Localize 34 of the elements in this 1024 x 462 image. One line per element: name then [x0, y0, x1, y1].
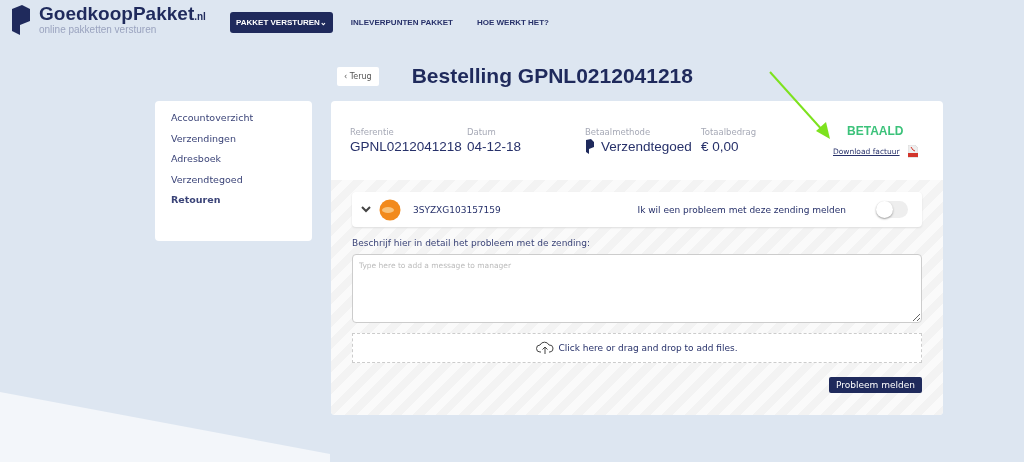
field-label: Betaalmethode	[585, 127, 652, 137]
sidebar-item[interactable]: Verzendtegoed	[171, 172, 296, 187]
annotation-arrow	[769, 71, 831, 139]
nav-item[interactable]: INLEVERPUNTEN PAKKET	[344, 12, 459, 33]
page-title: Bestelling GPNL0212041218	[411, 64, 693, 88]
field-value: € 0,00	[701, 139, 739, 154]
cloud-upload-icon	[536, 341, 555, 355]
sidebar-item[interactable]: Adresboek	[171, 152, 296, 167]
field-label: Totaalbedrag	[701, 127, 758, 137]
field-label: Datum	[467, 127, 497, 137]
field-value: Verzendtegoed	[601, 139, 692, 154]
sidebar-item[interactable]: Retouren	[171, 193, 296, 208]
upload-text: Click here or drag and drop to add files.	[558, 343, 738, 353]
toggle-label: Ik wil een probleem met deze zending melden	[637, 204, 846, 215]
chevron-icon[interactable]	[361, 206, 371, 213]
nav-item[interactable]: PAKKET VERSTUREN⌄	[230, 12, 333, 33]
form-label: Beschrijf hier in detail het probleem met de zending:	[352, 238, 591, 248]
tracking-number: 3SYZXG103157159	[413, 204, 501, 215]
report-toggle[interactable]	[876, 201, 908, 218]
field-value: 04-12-18	[467, 139, 522, 154]
logo-name[interactable]: GoedkoopPakket.nl	[39, 3, 206, 25]
status-label: BETAALD	[847, 123, 904, 138]
sidebar-item[interactable]: Verzendingen	[171, 131, 296, 146]
carrier-logo	[379, 198, 401, 221]
back-button[interactable]: ‹ Terug	[337, 66, 379, 86]
submit-button[interactable]: Probleem melden	[829, 377, 922, 393]
field-value: GPNL0212041218	[350, 139, 462, 154]
nav-item[interactable]: HOE WERKT HET?	[470, 12, 555, 33]
sidebar-item[interactable]: Accountoverzicht	[171, 111, 296, 126]
payment-icon	[585, 139, 595, 154]
pdf-icon	[907, 144, 918, 158]
upload-area[interactable]: Click here or drag and drop to add files.	[352, 333, 922, 363]
field-label: Referentie	[350, 127, 395, 137]
logo-tagline: online pakketten versturen	[39, 24, 157, 35]
